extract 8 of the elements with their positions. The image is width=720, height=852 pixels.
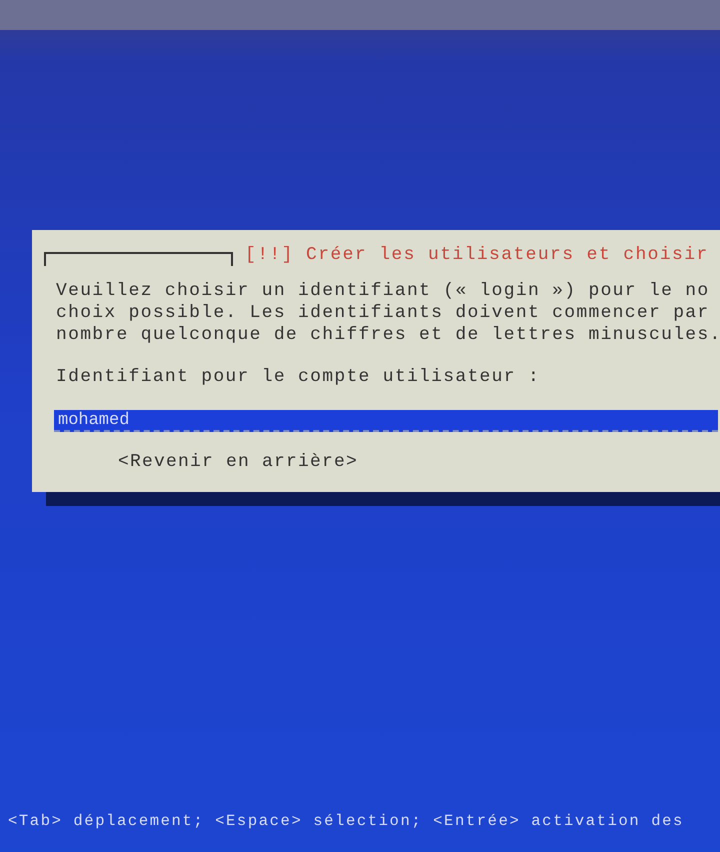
message-line: Veuillez choisir un identifiant (« login ») pour le no [56,280,710,302]
message-line: choix possible. Les identifiants doivent commencer par [56,302,710,324]
field-label: Identifiant pour le compte utilisateur : [56,366,542,388]
back-button[interactable]: <Revenir en arrière> [118,452,358,472]
message-line: nombre quelconque de chiffres et de lettres minuscules. [56,324,720,346]
dialog-title: [!!] Créer les utilisateurs et choisir [245,244,709,266]
username-field[interactable]: mohamed [54,410,718,432]
status-text: <Tab> déplacement; <Espace> sélection; <Entrée> activation des [7,812,685,832]
